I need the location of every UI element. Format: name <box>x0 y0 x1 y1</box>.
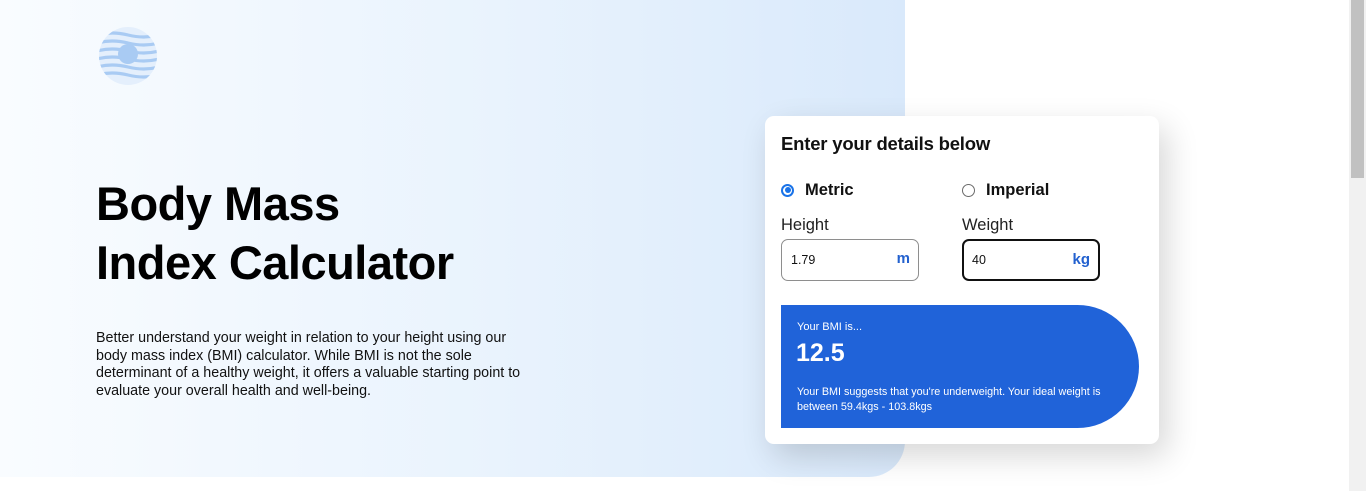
intro-description: Better understand your weight in relatio… <box>96 330 521 399</box>
imperial-radio-option[interactable]: Imperial <box>962 180 1049 200</box>
metric-label: Metric <box>805 180 854 199</box>
calculator-title: Enter your details below <box>781 133 991 154</box>
bmi-result-label: Your BMI is... <box>797 321 863 333</box>
bmi-result-panel: Your BMI is... 12.5 Your BMI suggests th… <box>781 305 1139 428</box>
weight-field: kg <box>962 239 1100 281</box>
weight-label: Weight <box>962 216 1014 234</box>
bmi-result-message: Your BMI suggests that you're underweigh… <box>797 386 1101 413</box>
height-unit: m <box>896 250 910 267</box>
scrollbar-thumb[interactable] <box>1351 0 1364 178</box>
imperial-label: Imperial <box>986 180 1050 199</box>
bmi-calculator-card: Enter your details below Metric Imperial… <box>765 116 1159 444</box>
bmi-result-value: 12.5 <box>796 339 845 367</box>
imperial-radio-button[interactable] <box>962 183 975 197</box>
height-input[interactable] <box>791 253 891 267</box>
page-scrollbar[interactable] <box>1349 0 1366 491</box>
weight-unit: kg <box>1072 251 1090 268</box>
metric-radio-button[interactable] <box>781 183 794 197</box>
metric-radio-option[interactable]: Metric <box>781 180 854 200</box>
page-title-line-2: Index Calculator <box>96 236 454 289</box>
page-title: Body Mass Index Calculator <box>96 174 656 292</box>
height-label: Height <box>781 216 829 234</box>
weight-input[interactable] <box>972 253 1072 267</box>
height-field: m <box>781 239 919 281</box>
page-title-line-1: Body Mass <box>96 177 340 230</box>
bmi-logo-icon <box>99 27 157 85</box>
